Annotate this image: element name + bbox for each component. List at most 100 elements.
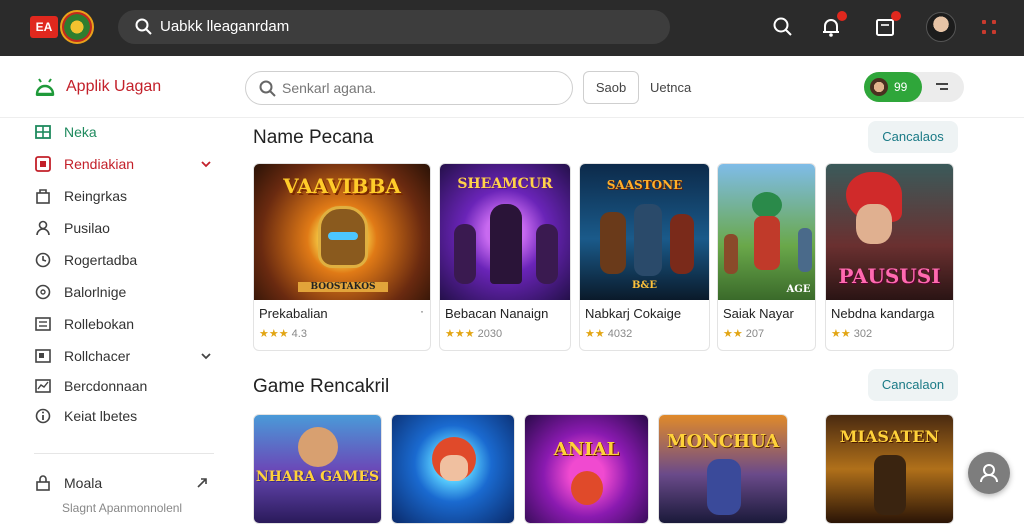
sidebar-item-moala[interactable]: Moala	[34, 473, 218, 493]
game-card[interactable]: ANIAL	[524, 414, 649, 524]
game-rating: ★★ 207	[723, 327, 764, 340]
info-icon	[35, 408, 51, 424]
sidebar-item-label: Keiat lbetes	[64, 408, 138, 424]
game-card[interactable]: AGE Saiak Nayar ★★ 207	[717, 163, 816, 351]
rating-stars: ★★	[723, 328, 743, 340]
bag-icon	[36, 189, 50, 204]
game-art-title: NHARA GAMES	[255, 469, 380, 485]
game-art-subtitle: BOOSTAKOS	[298, 282, 388, 292]
sidebar-item-label: Reingrkas	[64, 188, 128, 204]
rating-stars: ★★★	[259, 328, 289, 340]
game-card[interactable]: MONCHUA	[658, 414, 788, 524]
menu-icon[interactable]	[936, 81, 950, 93]
sidebar-item-label: Bercdonnaan	[64, 378, 148, 394]
rating-value: 4.3	[291, 328, 307, 340]
points-pill[interactable]: 99	[864, 72, 922, 102]
global-search-bar[interactable]: Uabkk lleaganrdam	[118, 10, 670, 44]
game-card[interactable]: SAASTONE B&E Nabkarj Cokaige ★★ 4032	[579, 163, 710, 351]
sidebar-item-pusilao[interactable]: Pusilao	[34, 218, 218, 238]
game-card[interactable]: SHEAMCUR Bebacan Nanaign ★★★ 2030	[439, 163, 571, 351]
rating-stars: ★★	[585, 328, 605, 340]
game-rating: ★★ 4032	[585, 327, 632, 340]
game-art-title: SAASTONE	[606, 178, 683, 192]
sidebar-item-rogertadba[interactable]: Rogertadba	[34, 250, 218, 270]
game-card[interactable]	[391, 414, 515, 524]
game-cover: VAAVIBBA BOOSTAKOS	[254, 164, 430, 300]
game-card[interactable]: MIASATEN	[825, 414, 954, 524]
search-field[interactable]	[245, 71, 573, 105]
game-card[interactable]: NHARA GAMES	[253, 414, 382, 524]
grid-icon	[35, 125, 51, 139]
dial-icon	[35, 284, 51, 300]
game-cover: ANIAL	[525, 415, 648, 523]
game-art-subtitle: AGE	[786, 284, 811, 295]
sidebar-item-rollchacer[interactable]: Rollchacer	[34, 346, 218, 366]
sidebar-item-label: Rollebokan	[64, 316, 135, 332]
app-logo-icon	[35, 78, 55, 96]
sidebar-item-reingrkas[interactable]: Reingrkas	[34, 186, 218, 206]
game-title: Saiak Nayar	[723, 306, 794, 321]
game-cover: MONCHUA	[659, 415, 787, 523]
sidebar-item-label: Rollchacer	[64, 348, 131, 364]
messages-button[interactable]	[872, 11, 901, 40]
user-avatar[interactable]	[926, 12, 956, 42]
game-cover: MIASATEN	[826, 415, 953, 523]
header-link[interactable]: Uetnca	[650, 80, 691, 95]
game-art-title: ANIAL	[553, 439, 620, 460]
game-rating: ★★★ 4.3	[259, 327, 307, 340]
game-cover	[392, 415, 514, 523]
game-cover: NHARA GAMES	[254, 415, 381, 523]
global-search-text: Uabkk lleaganrdam	[160, 18, 290, 35]
search-button[interactable]: Saob	[583, 71, 639, 104]
sidebar-item-bercdonnaan[interactable]: Bercdonnaan	[34, 376, 218, 396]
search-input[interactable]	[282, 73, 562, 103]
logo-badge: EA	[30, 16, 58, 38]
more-options-icon[interactable]	[980, 18, 1000, 38]
game-art-title: PAUSUSI	[838, 264, 941, 288]
notifications-button[interactable]	[818, 11, 847, 40]
brand-logo[interactable]: EA	[30, 10, 94, 44]
sidebar-item-label: Moala	[64, 475, 103, 491]
rating-value: 4032	[607, 328, 633, 340]
game-title: Nebdna kandarga	[831, 306, 935, 321]
section-title: Game Rencakril	[253, 376, 390, 397]
rating-stars: ★★★	[445, 328, 475, 340]
sidebar-item-home[interactable]: Neka	[34, 122, 218, 142]
message-badge	[891, 11, 901, 21]
lock-icon	[36, 475, 50, 491]
game-art-title: VAAVIBBA	[283, 174, 401, 198]
rating-value: 2030	[477, 328, 503, 340]
game-cover: AGE	[718, 164, 815, 300]
app-title[interactable]: Applik Uagan	[66, 78, 161, 96]
search-icon	[135, 18, 152, 35]
chevron-down-icon	[201, 353, 211, 360]
sidebar-divider	[34, 453, 214, 454]
points-group: 99	[864, 72, 964, 102]
game-title: Prekabalian	[259, 306, 328, 321]
sidebar-item-label: Neka	[64, 124, 97, 140]
top-bar: EA Uabkk lleaganrdam	[0, 0, 1024, 56]
profile-fab[interactable]	[968, 452, 1010, 494]
game-rating: ★★★ 2030	[445, 327, 502, 340]
game-rating: ★★ 302	[831, 327, 872, 340]
rating-value: 207	[745, 328, 765, 340]
see-all-button[interactable]: Cancalaon	[868, 369, 958, 401]
sidebar-item-keiat-lbetes[interactable]: Keiat lbetes	[34, 406, 218, 426]
game-card[interactable]: PAUSUSI Nebdna kandarga ★★ 302	[825, 163, 954, 351]
game-card[interactable]: VAAVIBBA BOOSTAKOS Prekabalian · ★★★ 4.3	[253, 163, 431, 351]
sidebar-item-balorlnige[interactable]: Balorlnige	[34, 282, 218, 302]
sidebar-item-rendiakian[interactable]: Rendiakian	[34, 154, 218, 174]
search-icon[interactable]	[770, 14, 796, 40]
sidebar-item-rollebokan[interactable]: Rollebokan	[34, 314, 218, 334]
sidebar-item-label: Rendiakian	[64, 156, 135, 172]
game-art-title: MIASATEN	[839, 427, 940, 446]
coin-icon	[870, 78, 888, 96]
notification-badge	[837, 11, 847, 21]
see-all-button[interactable]: Cancalaos	[868, 121, 958, 153]
game-art-title: SHEAMCUR	[457, 176, 553, 192]
sidebar-item-label: Balorlnige	[64, 284, 127, 300]
game-title: Nabkarj Cokaige	[585, 306, 682, 321]
game-cover: PAUSUSI	[826, 164, 953, 300]
game-cover: SHEAMCUR	[440, 164, 570, 300]
game-cover: SAASTONE B&E	[580, 164, 709, 300]
